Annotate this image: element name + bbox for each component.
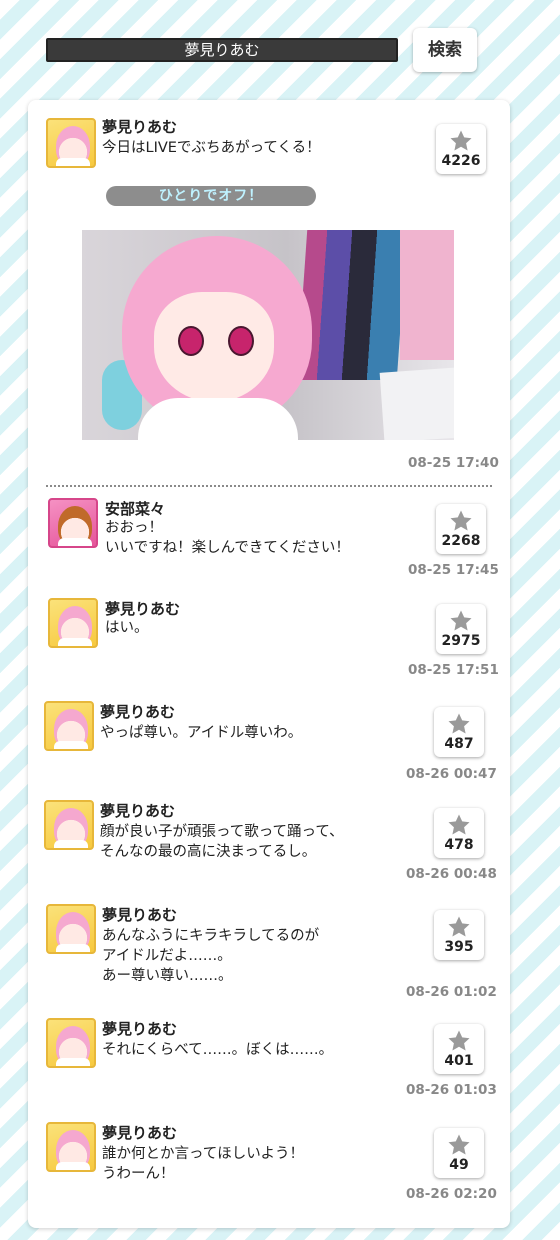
like-count: 2975	[441, 633, 481, 649]
star-icon	[448, 814, 470, 835]
comment-author: 夢見りあむ	[102, 1020, 178, 1038]
star-icon	[448, 1030, 470, 1051]
comment-text: あんなふうにキラキラしてるのが アイドルだよ……。 あー尊い尊い……。	[102, 928, 320, 984]
post-timestamp: 08-25 17:40	[408, 455, 499, 471]
like-count: 4226	[441, 153, 481, 169]
comment-author: 夢見りあむ	[102, 1124, 178, 1142]
post-thread-panel: 夢見りあむ 今日はLIVEでぶちあがってくる！ 4226 ひとりでオフ！ 08-…	[28, 100, 510, 1228]
star-icon	[450, 130, 472, 151]
like-button[interactable]: 49	[434, 1128, 484, 1178]
like-button[interactable]: 487	[434, 707, 484, 757]
star-icon	[448, 916, 470, 937]
comment-author: 夢見りあむ	[100, 703, 176, 721]
comment-text: はい。	[105, 620, 149, 636]
avatar[interactable]	[48, 598, 98, 648]
divider	[46, 485, 492, 487]
comment-author: 夢見りあむ	[100, 802, 176, 820]
comment-text: やっぱ尊い。アイドル尊いわ。	[100, 725, 303, 741]
comment-timestamp: 08-25 17:51	[408, 662, 499, 678]
comment-timestamp: 08-26 01:03	[406, 1082, 497, 1098]
avatar[interactable]	[46, 1018, 96, 1068]
star-icon	[450, 610, 472, 631]
like-count: 49	[449, 1157, 469, 1173]
like-count: 478	[444, 837, 474, 853]
like-count: 395	[444, 939, 474, 955]
post-author: 夢見りあむ	[102, 118, 178, 136]
like-count: 401	[444, 1053, 474, 1069]
avatar[interactable]	[46, 1122, 96, 1172]
comment-text: 顔が良い子が頑張って歌って踊って、 そんなの最の高に決まってるし。	[100, 824, 344, 860]
search-button[interactable]: 検索	[413, 28, 477, 72]
avatar[interactable]	[48, 498, 98, 548]
like-button[interactable]: 4226	[436, 124, 486, 174]
post-photo[interactable]	[82, 230, 454, 440]
comment-timestamp: 08-26 02:20	[406, 1186, 497, 1202]
comment-timestamp: 08-25 17:45	[408, 562, 499, 578]
avatar[interactable]	[44, 701, 94, 751]
like-button[interactable]: 395	[434, 910, 484, 960]
search-field[interactable]: 夢見りあむ	[46, 38, 398, 62]
star-icon	[448, 713, 470, 734]
like-count: 2268	[441, 533, 481, 549]
star-icon	[448, 1134, 470, 1155]
comment-text: それにくらべて……。ぼくは……。	[102, 1042, 334, 1058]
like-button[interactable]: 401	[434, 1024, 484, 1074]
photo-caption-banner: ひとりでオフ！	[106, 186, 316, 206]
star-icon	[450, 510, 472, 531]
like-button[interactable]: 478	[434, 808, 484, 858]
like-button[interactable]: 2975	[436, 604, 486, 654]
comment-author: 夢見りあむ	[102, 906, 178, 924]
post-text: 今日はLIVEでぶちあがってくる！	[102, 140, 321, 156]
comment-timestamp: 08-26 00:47	[406, 766, 497, 782]
avatar[interactable]	[46, 118, 96, 168]
comment-author: 安部菜々	[105, 500, 166, 518]
like-count: 487	[444, 736, 474, 752]
comment-timestamp: 08-26 00:48	[406, 866, 497, 882]
comment-text: 誰か何とか言ってほしいよう！ うわーん！	[102, 1146, 304, 1182]
comment-timestamp: 08-26 01:02	[406, 984, 497, 1000]
avatar[interactable]	[44, 800, 94, 850]
comment-author: 夢見りあむ	[105, 600, 181, 618]
like-button[interactable]: 2268	[436, 504, 486, 554]
avatar[interactable]	[46, 904, 96, 954]
comment-text: おおっ！ いいですね！楽しんできてください！	[105, 520, 350, 556]
